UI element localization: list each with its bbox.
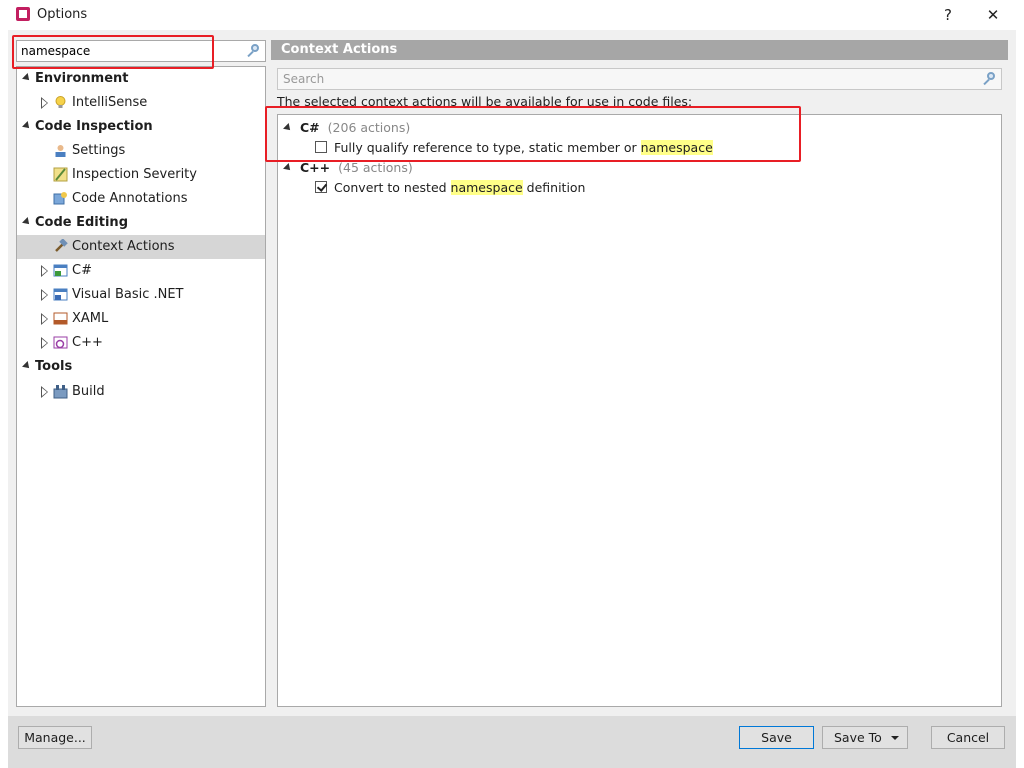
category-label: Code Inspection [35, 119, 153, 134]
collapsed-arrow-icon[interactable] [41, 289, 48, 301]
options-tree: Environment IntelliSense Code Inspection… [16, 66, 266, 707]
cancel-button[interactable]: Cancel [931, 726, 1005, 749]
group-name: C# [300, 120, 320, 135]
tree-item-intellisense[interactable]: IntelliSense [17, 91, 265, 115]
action-text: definition [522, 180, 586, 195]
vb-icon [53, 288, 68, 301]
search-icon[interactable] [247, 44, 261, 58]
item-label: IntelliSense [72, 95, 148, 110]
dropdown-arrow-icon[interactable] [891, 736, 899, 740]
expanded-arrow-icon[interactable] [283, 163, 293, 173]
expanded-arrow-icon[interactable] [22, 361, 32, 371]
item-label: C# [72, 263, 92, 278]
item-label: Settings [72, 143, 126, 158]
group-count: (206 actions) [327, 120, 411, 135]
action-label[interactable]: Fully qualify reference to type, static … [334, 140, 713, 155]
lightbulb-icon [55, 96, 66, 108]
hammer-icon [55, 239, 68, 252]
description-text: The selected context actions will be ava… [277, 94, 693, 109]
group-name: C++ [300, 160, 331, 175]
title-bar: Options ? ✕ [0, 0, 1016, 30]
close-button[interactable]: ✕ [980, 4, 1006, 26]
resharper-app-icon [16, 7, 30, 21]
tree-category-code-inspection[interactable]: Code Inspection [17, 115, 265, 139]
search-match-highlight: namespace [640, 140, 713, 155]
tree-item-cpp[interactable]: C++ [17, 331, 265, 355]
item-label: C++ [72, 335, 103, 350]
options-search-box[interactable] [16, 40, 266, 62]
group-header-csharp[interactable]: C# (206 actions) [283, 120, 411, 135]
category-label: Tools [35, 359, 73, 374]
tree-category-code-editing[interactable]: Code Editing [17, 211, 265, 235]
tree-item-csharp[interactable]: C# [17, 259, 265, 283]
expanded-arrow-icon[interactable] [22, 217, 32, 227]
group-header-cpp[interactable]: C++ (45 actions) [283, 160, 413, 175]
xaml-icon [53, 312, 68, 325]
context-actions-list: C# (206 actions) Fully qualify reference … [277, 114, 1002, 707]
collapsed-arrow-icon[interactable] [41, 265, 48, 277]
tree-item-visual-basic[interactable]: Visual Basic .NET [17, 283, 265, 307]
annotations-icon [53, 192, 67, 205]
action-checkbox[interactable] [315, 181, 327, 193]
item-label: Inspection Severity [72, 167, 197, 182]
tree-item-xaml[interactable]: XAML [17, 307, 265, 331]
collapsed-arrow-icon[interactable] [41, 386, 48, 398]
actions-search-input[interactable] [278, 69, 973, 89]
collapsed-arrow-icon[interactable] [41, 97, 48, 109]
tree-category-tools[interactable]: Tools [17, 355, 265, 379]
cpp-icon [53, 336, 68, 349]
tree-item-build[interactable]: Build [17, 380, 265, 404]
tree-item-code-annotations[interactable]: Code Annotations [17, 187, 265, 211]
tree-category-environment[interactable]: Environment [17, 67, 265, 91]
item-label: Visual Basic .NET [72, 287, 184, 302]
expanded-arrow-icon[interactable] [22, 121, 32, 131]
collapsed-arrow-icon[interactable] [41, 337, 48, 349]
build-icon [53, 385, 68, 399]
collapsed-arrow-icon[interactable] [41, 313, 48, 325]
help-button[interactable]: ? [935, 4, 961, 26]
options-search-input[interactable] [17, 41, 241, 61]
item-label: Build [72, 384, 105, 399]
tree-item-settings[interactable]: Settings [17, 139, 265, 163]
save-button[interactable]: Save [739, 726, 814, 749]
severity-icon [53, 167, 68, 182]
window-title: Options [37, 7, 88, 22]
page-header: Context Actions [271, 40, 1008, 60]
expanded-arrow-icon[interactable] [283, 123, 293, 133]
expanded-arrow-icon[interactable] [22, 73, 32, 83]
csharp-icon [53, 264, 68, 277]
save-to-label: Save To [834, 730, 882, 745]
actions-search-box[interactable] [277, 68, 1002, 90]
category-label: Environment [35, 71, 129, 86]
save-to-button[interactable]: Save To [822, 726, 908, 749]
group-count: (45 actions) [338, 160, 413, 175]
options-window: Options ? ✕ Environment IntelliSense Cod… [0, 0, 1016, 768]
settings-icon [55, 145, 66, 157]
item-label: Code Annotations [72, 191, 188, 206]
tree-item-inspection-severity[interactable]: Inspection Severity [17, 163, 265, 187]
item-label: Context Actions [72, 239, 175, 254]
item-label: XAML [72, 311, 109, 326]
category-label: Code Editing [35, 215, 128, 230]
tree-item-context-actions[interactable]: Context Actions [17, 235, 265, 259]
search-icon[interactable] [983, 72, 997, 86]
action-label[interactable]: Convert to nested namespace definition [334, 180, 585, 195]
action-text: Fully qualify reference to type, static … [334, 140, 641, 155]
manage-button[interactable]: Manage... [18, 726, 92, 749]
search-match-highlight: namespace [450, 180, 523, 195]
action-checkbox[interactable] [315, 141, 327, 153]
action-text: Convert to nested [334, 180, 451, 195]
